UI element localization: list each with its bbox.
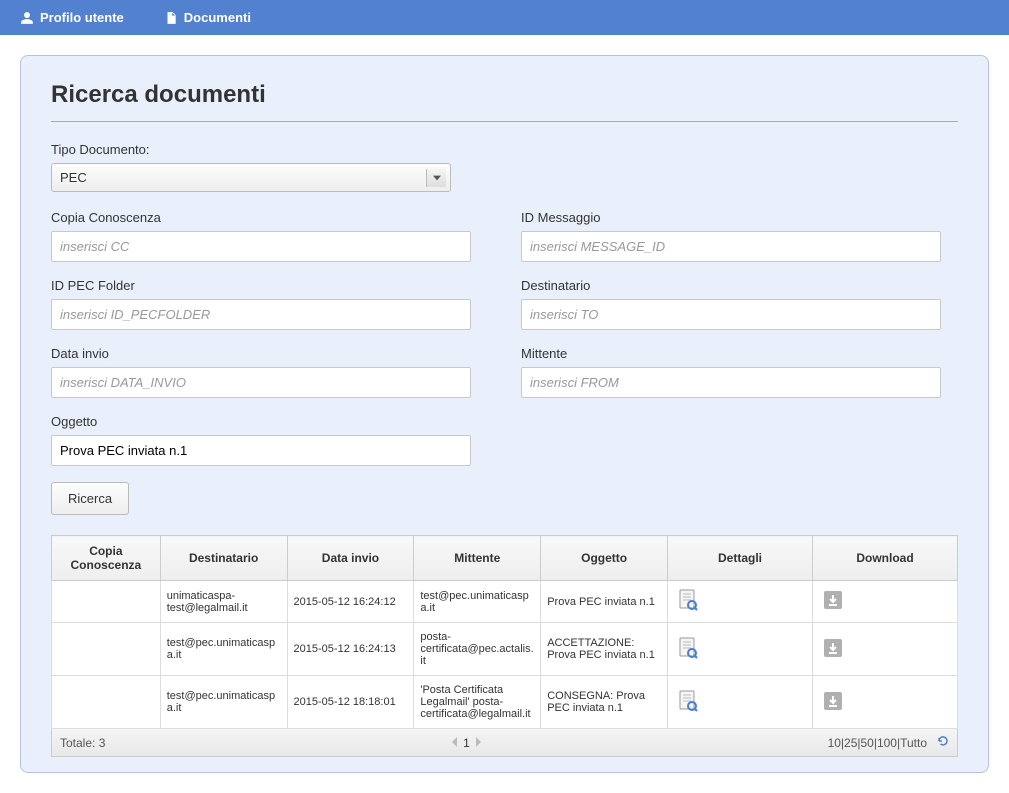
pecfolder-label: ID PEC Folder: [51, 278, 471, 293]
cell-cc: [52, 623, 161, 676]
dest-input[interactable]: [521, 299, 941, 330]
pager: 1: [105, 736, 827, 750]
cell-details: [668, 676, 813, 729]
page-title: Ricerca documenti: [51, 81, 958, 109]
cell-details: [668, 623, 813, 676]
tipo-label: Tipo Documento:: [51, 142, 471, 157]
navbar: Profilo utente Documenti: [0, 0, 1009, 35]
cell-download: [812, 623, 957, 676]
cell-download: [812, 581, 957, 623]
th-data[interactable]: Data invio: [287, 536, 414, 581]
cell-dest: test@pec.unimaticaspa.it: [160, 676, 287, 729]
pager-prev-icon[interactable]: [451, 736, 459, 750]
cell-dest: unimaticaspa-test@legalmail.it: [160, 581, 287, 623]
cell-mitt: 'Posta Certificata Legalmail' posta-cert…: [414, 676, 541, 729]
th-dl[interactable]: Download: [812, 536, 957, 581]
details-icon[interactable]: [678, 637, 698, 659]
th-det[interactable]: Dettagli: [668, 536, 813, 581]
current-page: 1: [463, 736, 470, 750]
main-panel: Ricerca documenti Tipo Documento: PEC Co…: [20, 55, 989, 773]
pecfolder-input[interactable]: [51, 299, 471, 330]
table-row: unimaticaspa-test@legalmail.it2015-05-12…: [52, 581, 958, 623]
cell-download: [812, 676, 957, 729]
cell-data: 2015-05-12 16:24:12: [287, 581, 414, 623]
download-icon[interactable]: [823, 691, 843, 711]
table-footer: Totale: 3 1 10|25|50|100|Tutto: [51, 729, 958, 757]
refresh-icon[interactable]: [937, 735, 949, 750]
dest-label: Destinatario: [521, 278, 941, 293]
cell-cc: [52, 676, 161, 729]
table-row: test@pec.unimaticaspa.it2015-05-12 16:24…: [52, 623, 958, 676]
th-mitt[interactable]: Mittente: [414, 536, 541, 581]
download-icon[interactable]: [823, 638, 843, 658]
cell-cc: [52, 581, 161, 623]
mitt-label: Mittente: [521, 346, 941, 361]
cell-ogg: CONSEGNA: Prova PEC inviata n.1: [541, 676, 668, 729]
ogg-label: Oggetto: [51, 414, 471, 429]
details-icon[interactable]: [678, 690, 698, 712]
cell-ogg: Prova PEC inviata n.1: [541, 581, 668, 623]
data-input[interactable]: [51, 367, 471, 398]
cell-data: 2015-05-12 18:18:01: [287, 676, 414, 729]
data-label: Data invio: [51, 346, 471, 361]
search-button[interactable]: Ricerca: [51, 482, 129, 515]
tipo-value: PEC: [60, 170, 87, 185]
nav-documents[interactable]: Documenti: [164, 10, 251, 25]
cell-mitt: test@pec.unimaticaspa.it: [414, 581, 541, 623]
msgid-input[interactable]: [521, 231, 941, 262]
ogg-input[interactable]: [51, 435, 471, 466]
document-icon: [164, 11, 178, 25]
results-table: Copia Conoscenza Destinatario Data invio…: [51, 535, 958, 729]
cc-input[interactable]: [51, 231, 471, 262]
nav-profile[interactable]: Profilo utente: [20, 10, 124, 25]
th-dest[interactable]: Destinatario: [160, 536, 287, 581]
cell-dest: test@pec.unimaticaspa.it: [160, 623, 287, 676]
download-icon[interactable]: [823, 590, 843, 610]
cell-mitt: posta-certificata@pec.actalis.it: [414, 623, 541, 676]
cell-ogg: ACCETTAZIONE: Prova PEC inviata n.1: [541, 623, 668, 676]
msgid-label: ID Messaggio: [521, 210, 941, 225]
tipo-select[interactable]: PEC: [51, 163, 451, 192]
cc-label: Copia Conoscenza: [51, 210, 471, 225]
table-row: test@pec.unimaticaspa.it2015-05-12 18:18…: [52, 676, 958, 729]
pagesize-options[interactable]: 10|25|50|100|Tutto: [828, 736, 927, 750]
total-count: Totale: 3: [60, 736, 105, 750]
mitt-input[interactable]: [521, 367, 941, 398]
cell-data: 2015-05-12 16:24:13: [287, 623, 414, 676]
user-icon: [20, 11, 34, 25]
divider: [51, 121, 958, 122]
details-icon[interactable]: [678, 589, 698, 611]
th-ogg[interactable]: Oggetto: [541, 536, 668, 581]
nav-profile-label: Profilo utente: [40, 10, 124, 25]
cell-details: [668, 581, 813, 623]
th-cc[interactable]: Copia Conoscenza: [52, 536, 161, 581]
nav-documents-label: Documenti: [184, 10, 251, 25]
pager-next-icon[interactable]: [474, 736, 482, 750]
chevron-down-icon: [426, 169, 446, 187]
